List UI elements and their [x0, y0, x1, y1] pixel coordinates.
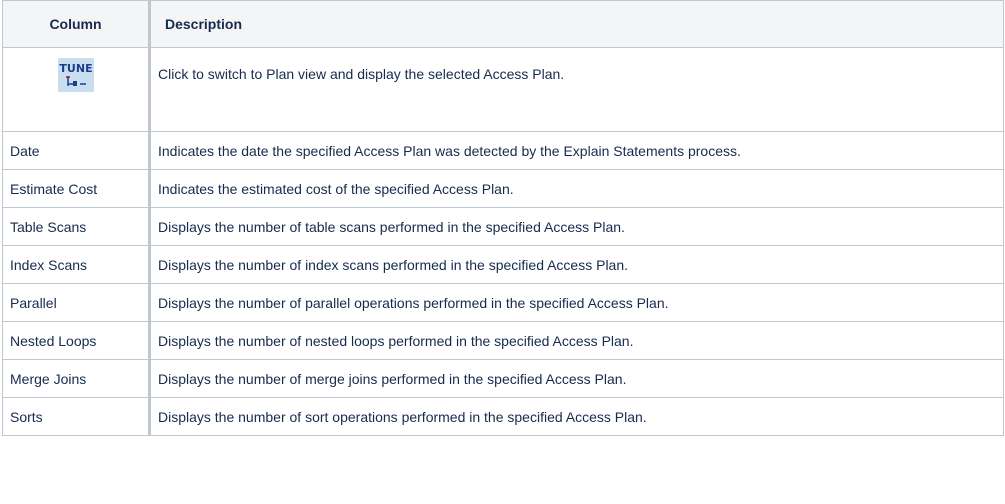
table-row: Table Scans Displays the number of table …: [2, 207, 1004, 246]
table-header-row: Column Description: [2, 0, 1004, 48]
description-cell: Displays the number of parallel operatio…: [149, 283, 1004, 322]
column-name-cell: Table Scans: [2, 207, 151, 246]
tune-icon-cell: TUNE: [2, 47, 151, 132]
column-header: Column: [2, 0, 151, 48]
description-cell: Displays the number of table scans perfo…: [149, 207, 1004, 246]
table-row: Sorts Displays the number of sort operati…: [2, 397, 1004, 436]
tune-icon[interactable]: TUNE: [57, 58, 94, 92]
table-row: Merge Joins Displays the number of merge …: [2, 359, 1004, 398]
description-header: Description: [149, 0, 1004, 48]
table-row: Parallel Displays the number of parallel …: [2, 283, 1004, 322]
column-name-cell: Date: [2, 131, 151, 170]
column-name-cell: Merge Joins: [2, 359, 151, 398]
column-name-cell: Estimate Cost: [2, 169, 151, 208]
description-cell: Displays the number of merge joins perfo…: [149, 359, 1004, 398]
tune-icon-text: TUNE: [59, 62, 92, 75]
table-row: Index Scans Displays the number of index …: [2, 245, 1004, 284]
column-name-cell: Nested Loops: [2, 321, 151, 360]
description-cell: Displays the number of sort operations p…: [149, 397, 1004, 436]
column-name-cell: Parallel: [2, 283, 151, 322]
table-row: Estimate Cost Indicates the estimated cos…: [2, 169, 1004, 208]
table-row: Date Indicates the date the specified Acc…: [2, 131, 1004, 170]
column-name-cell: Index Scans: [2, 245, 151, 284]
table-row: TUNE Click to switch to Plan view and di…: [2, 47, 1004, 132]
column-description-table: Column Description TUNE Click to switch …: [2, 0, 1004, 436]
tune-description: Click to switch to Plan view and display…: [149, 47, 1004, 132]
description-cell: Indicates the estimated cost of the spec…: [149, 169, 1004, 208]
column-name-cell: Sorts: [2, 397, 151, 436]
description-cell: Indicates the date the specified Access …: [149, 131, 1004, 170]
table-row: Nested Loops Displays the number of neste…: [2, 321, 1004, 360]
description-cell: Displays the number of index scans perfo…: [149, 245, 1004, 284]
description-cell: Displays the number of nested loops perf…: [149, 321, 1004, 360]
